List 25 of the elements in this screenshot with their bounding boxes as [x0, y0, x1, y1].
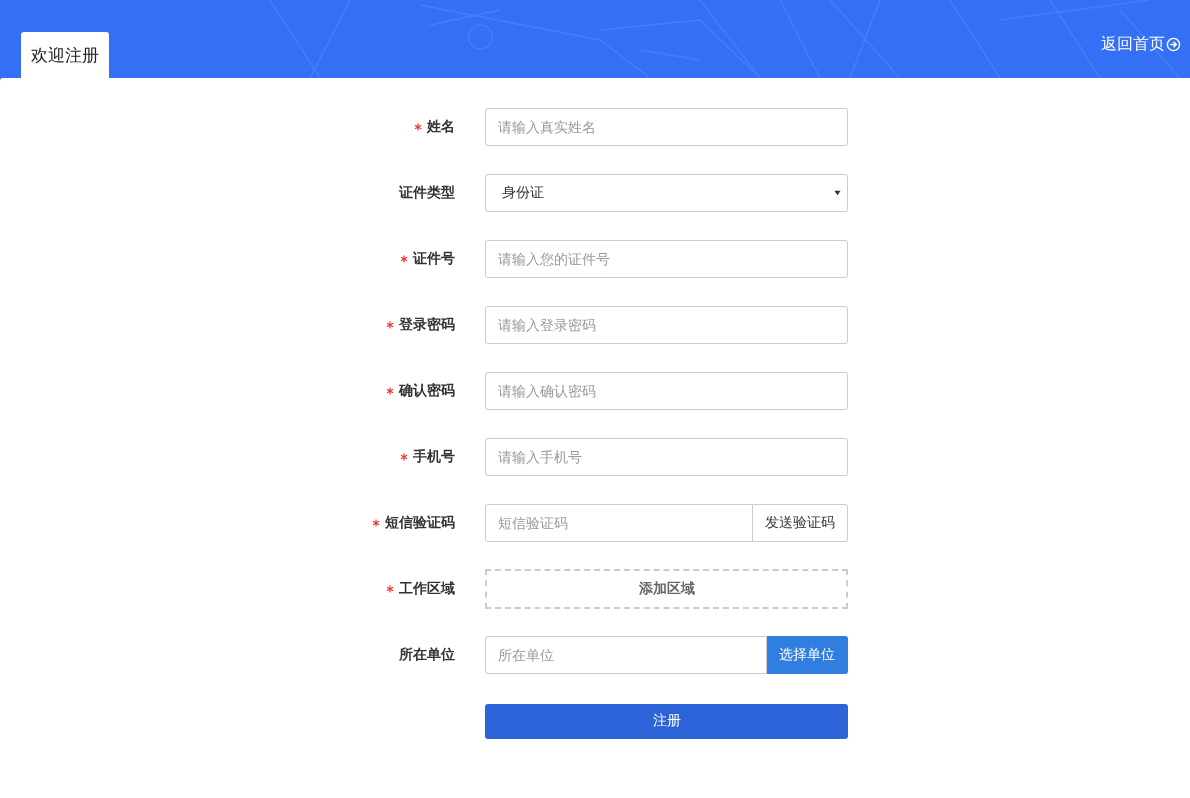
field-label: 工作区域	[399, 580, 455, 598]
input-field[interactable]: 短信验证码	[485, 504, 753, 542]
field-label: 证件类型	[399, 184, 455, 202]
register-button[interactable]: 注册	[485, 703, 848, 739]
back-home-link[interactable]: 返回首页	[1101, 34, 1181, 55]
field-label: 所在单位	[399, 646, 455, 664]
arrow-right-circle-icon	[1166, 37, 1181, 52]
input-field[interactable]: 所在单位	[485, 636, 767, 674]
field-label: 证件号	[413, 250, 455, 268]
field-label: 姓名	[427, 118, 455, 136]
input-field[interactable]: 请输入真实姓名	[485, 108, 848, 146]
field-label: 登录密码	[399, 316, 455, 334]
input-field[interactable]: 请输入您的证件号	[485, 240, 848, 278]
input-field[interactable]: 请输入确认密码	[485, 372, 848, 410]
select-field[interactable]: 身份证	[485, 174, 848, 212]
select-unit-button[interactable]: 选择单位	[767, 636, 848, 674]
input-field[interactable]: 请输入手机号	[485, 438, 848, 476]
input-field[interactable]: 请输入登录密码	[485, 306, 848, 344]
welcome-tab[interactable]: 欢迎注册	[21, 32, 109, 78]
send-code-button[interactable]: 发送验证码	[753, 504, 848, 542]
field-label: 短信验证码	[385, 514, 455, 532]
field-label: 手机号	[413, 448, 455, 466]
field-label: 确认密码	[399, 382, 455, 400]
add-area-button[interactable]: 添加区域	[485, 569, 848, 609]
caret-icon	[834, 190, 841, 196]
